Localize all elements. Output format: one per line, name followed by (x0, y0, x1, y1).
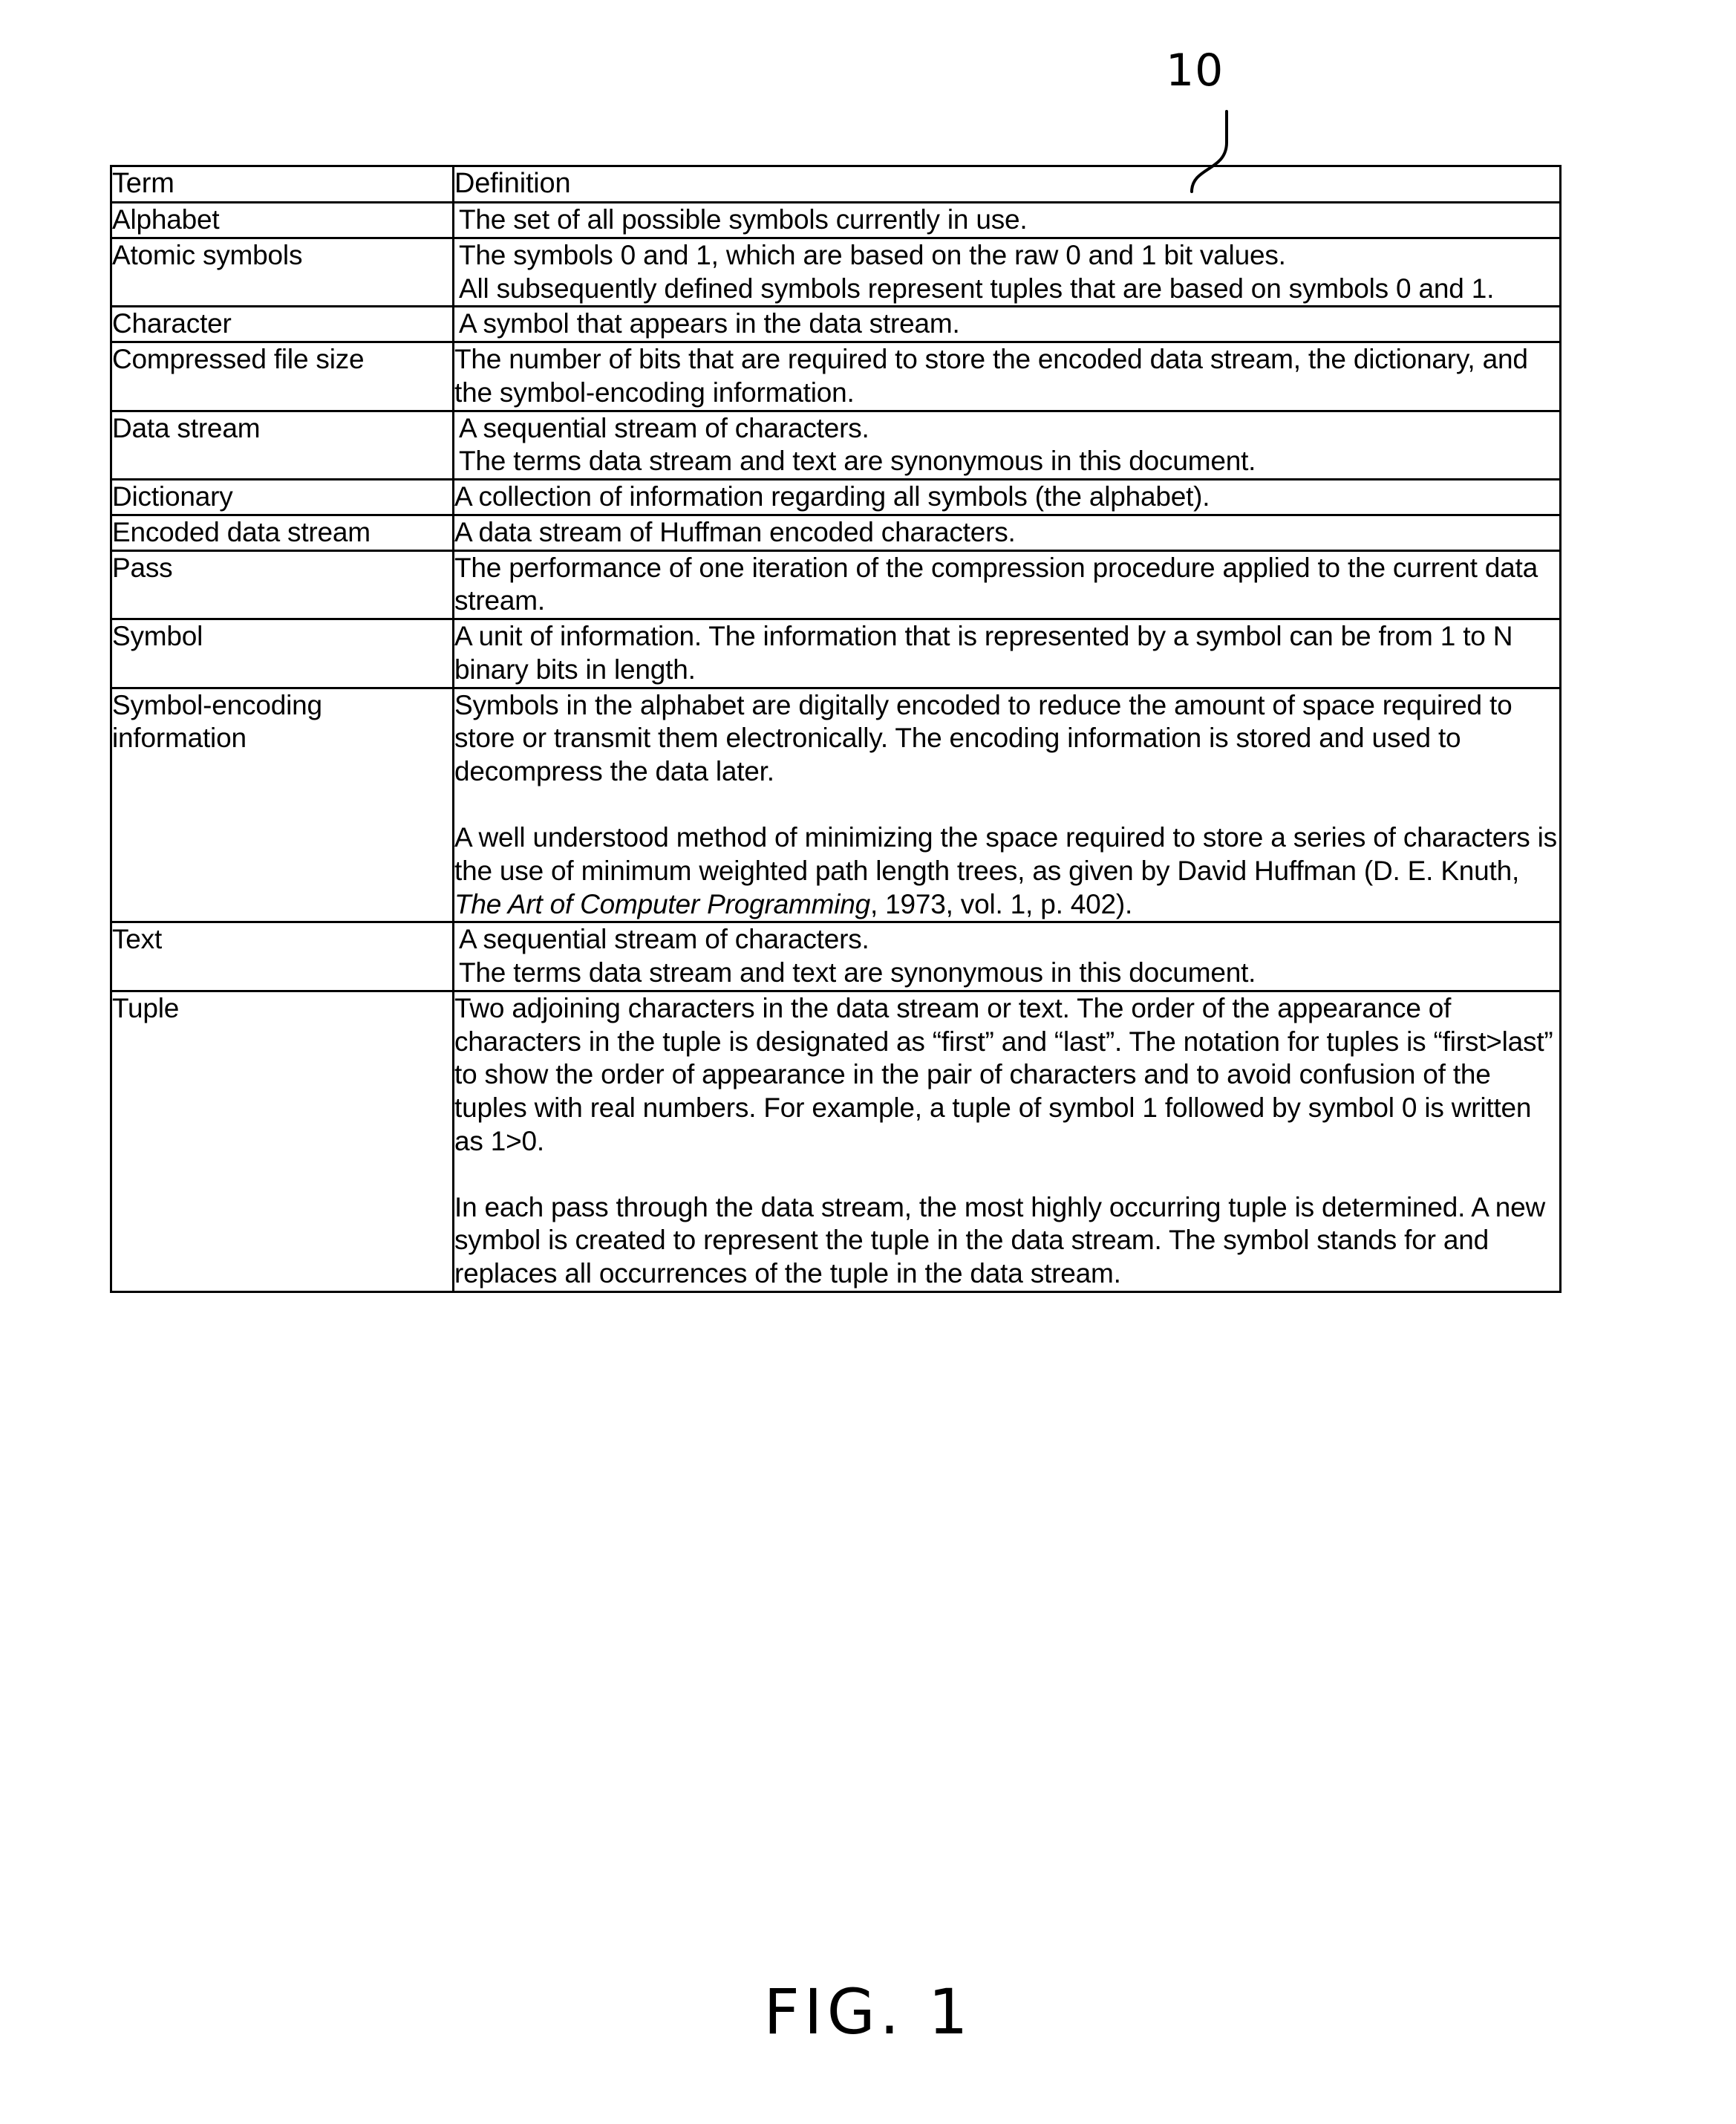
table-row: Tuple Two adjoining characters in the da… (110, 989, 1562, 1293)
term-cell: Pass (110, 549, 454, 621)
term-cell: Tuple (110, 989, 454, 1293)
table-header-row: Term Definition (110, 165, 1562, 203)
definition-cell: A unit of information. The information t… (452, 618, 1562, 689)
definition-cell: The number of bits that are required to … (452, 341, 1562, 412)
glossary-table: Term Definition Alphabet The set of all … (110, 165, 1562, 1293)
definition-text: The set of all possible symbols currentl… (459, 203, 1028, 235)
term-cell: Data stream (110, 409, 454, 481)
definition-cell: The performance of one iteration of the … (452, 549, 1562, 621)
definition-text: A sequential stream of characters. The t… (459, 924, 1256, 988)
header-cell-definition: Definition (452, 165, 1562, 203)
table-row: Data stream A sequential stream of chara… (110, 409, 1562, 481)
term-label: Pass (112, 552, 173, 583)
table-row: Dictionary A collection of information r… (110, 478, 1562, 516)
term-label: Alphabet (112, 203, 220, 235)
definition-cell: Symbols in the alphabet are digitally en… (452, 686, 1562, 924)
term-label: Symbol (112, 621, 203, 652)
term-cell: Alphabet (110, 201, 454, 239)
table-row: Compressed file size The number of bits … (110, 341, 1562, 412)
table-row: Symbol A unit of information. The inform… (110, 618, 1562, 689)
term-cell: Text (110, 921, 454, 992)
term-label: Symbol-encoding information (112, 689, 322, 754)
table-row: Text A sequential stream of characters. … (110, 921, 1562, 992)
table-row: Pass The performance of one iteration of… (110, 549, 1562, 621)
figure-caption: FIG. 1 (763, 1975, 973, 2048)
term-label: Dictionary (112, 481, 233, 512)
term-cell: Compressed file size (110, 341, 454, 412)
definition-text: The performance of one iteration of the … (454, 552, 1538, 616)
definition-cell: The symbols 0 and 1, which are based on … (452, 236, 1562, 308)
definition-cell: The set of all possible symbols currentl… (452, 201, 1562, 239)
definition-cell: Two adjoining characters in the data str… (452, 989, 1562, 1293)
term-cell: Symbol (110, 618, 454, 689)
definition-paragraph-2: In each pass through the data stream, th… (454, 1191, 1546, 1289)
term-label: Data stream (112, 412, 261, 443)
term-cell: Atomic symbols (110, 236, 454, 308)
term-cell: Character (110, 305, 454, 344)
definition-text: A data stream of Huffman encoded charact… (454, 516, 1016, 547)
definition-cell: A sequential stream of characters. The t… (452, 921, 1562, 992)
table-row: Character A symbol that appears in the d… (110, 305, 1562, 344)
term-cell: Encoded data stream (110, 513, 454, 552)
definition-paragraph-2: A well understood method of minimizing t… (454, 821, 1557, 919)
citation-book-title: The Art of Computer Programming (454, 888, 870, 919)
definition-text: A symbol that appears in the data stream… (459, 308, 960, 339)
definition-text: The symbols 0 and 1, which are based on … (459, 239, 1495, 304)
definition-text: A collection of information regarding al… (454, 481, 1210, 512)
table-row: Alphabet The set of all possible symbols… (110, 201, 1562, 239)
term-label: Compressed file size (112, 344, 365, 375)
term-label: Character (112, 308, 232, 339)
term-label: Atomic symbols (112, 239, 303, 270)
definition-cell: A collection of information regarding al… (452, 478, 1562, 516)
definition-cell: A symbol that appears in the data stream… (452, 305, 1562, 344)
reference-numeral-10: 10 (1166, 45, 1224, 97)
term-cell: Symbol-encoding information (110, 686, 454, 924)
term-label: Encoded data stream (112, 516, 371, 547)
term-cell: Dictionary (110, 478, 454, 516)
definition-cell: A data stream of Huffman encoded charact… (452, 513, 1562, 552)
definition-cell: A sequential stream of characters. The t… (452, 409, 1562, 481)
header-label-definition: Definition (454, 168, 571, 199)
header-label-term: Term (112, 168, 174, 199)
glossary-table-body: Term Definition Alphabet The set of all … (110, 165, 1562, 1293)
definition-paragraph-1: Symbols in the alphabet are digitally en… (454, 689, 1513, 787)
table-row: Atomic symbols The symbols 0 and 1, whic… (110, 236, 1562, 308)
term-label: Tuple (112, 992, 180, 1023)
term-label: Text (112, 924, 163, 955)
definition-text: A unit of information. The information t… (454, 621, 1513, 685)
header-cell-term: Term (110, 165, 454, 203)
definition-text: A sequential stream of characters. The t… (459, 412, 1256, 477)
table-row: Symbol-encoding information Symbols in t… (110, 686, 1562, 924)
table-row: Encoded data stream A data stream of Huf… (110, 513, 1562, 552)
definition-paragraph-1: Two adjoining characters in the data str… (454, 992, 1553, 1156)
definition-text: The number of bits that are required to … (454, 344, 1528, 408)
